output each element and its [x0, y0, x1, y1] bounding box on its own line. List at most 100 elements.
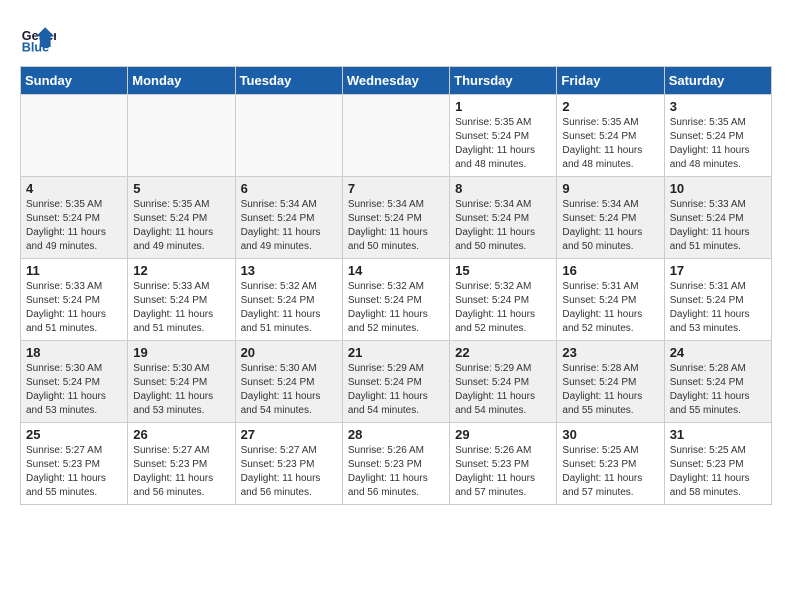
calendar-week-row: 11 Sunrise: 5:33 AMSunset: 5:24 PMDayligh… — [21, 259, 772, 341]
day-info: Sunrise: 5:34 AMSunset: 5:24 PMDaylight:… — [455, 198, 551, 254]
calendar-cell: 26 Sunrise: 5:27 AMSunset: 5:23 PMDayligh… — [128, 423, 235, 505]
calendar-cell: 7Sunrise: 5:34 AMSunset: 5:24 PMDaylight… — [342, 177, 449, 259]
day-number: 15 — [455, 263, 551, 278]
day-info: Sunrise: 5:30 AMSunset: 5:24 PMDaylight:… — [133, 362, 229, 418]
day-number: 10 — [670, 181, 766, 196]
calendar-cell — [235, 95, 342, 177]
day-number: 1 — [455, 99, 551, 114]
day-info: Sunrise: 5:35 AMSunset: 5:24 PMDaylight:… — [455, 116, 551, 172]
day-info: Sunrise: 5:28 AMSunset: 5:24 PMDaylight:… — [562, 362, 658, 418]
day-number: 2 — [562, 99, 658, 114]
day-info: Sunrise: 5:33 AMSunset: 5:24 PMDaylight:… — [26, 280, 122, 336]
day-info: Sunrise: 5:26 AMSunset: 5:23 PMDaylight:… — [348, 444, 444, 500]
calendar-cell: 12Sunrise: 5:33 AMSunset: 5:24 PMDayligh… — [128, 259, 235, 341]
col-header-wednesday: Wednesday — [342, 67, 449, 95]
col-header-tuesday: Tuesday — [235, 67, 342, 95]
day-number: 18 — [26, 345, 122, 360]
day-info: Sunrise: 5:29 AMSunset: 5:24 PMDaylight:… — [348, 362, 444, 418]
calendar-cell — [128, 95, 235, 177]
day-info: Sunrise: 5:33 AMSunset: 5:24 PMDaylight:… — [670, 198, 766, 254]
calendar-cell: 18 Sunrise: 5:30 AMSunset: 5:24 PMDayligh… — [21, 341, 128, 423]
calendar-cell: 25 Sunrise: 5:27 AMSunset: 5:23 PMDayligh… — [21, 423, 128, 505]
calendar-table: SundayMondayTuesdayWednesdayThursdayFrid… — [20, 66, 772, 505]
day-info: Sunrise: 5:35 AMSunset: 5:24 PMDaylight:… — [26, 198, 122, 254]
calendar-cell: 13 Sunrise: 5:32 AMSunset: 5:24 PMDayligh… — [235, 259, 342, 341]
day-info: Sunrise: 5:32 AMSunset: 5:24 PMDaylight:… — [241, 280, 337, 336]
calendar-cell: 1 Sunrise: 5:35 AMSunset: 5:24 PMDaylight… — [450, 95, 557, 177]
calendar-cell: 16Sunrise: 5:31 AMSunset: 5:24 PMDayligh… — [557, 259, 664, 341]
col-header-thursday: Thursday — [450, 67, 557, 95]
day-info: Sunrise: 5:30 AMSunset: 5:24 PMDaylight:… — [241, 362, 337, 418]
day-number: 25 — [26, 427, 122, 442]
day-number: 26 — [133, 427, 229, 442]
col-header-saturday: Saturday — [664, 67, 771, 95]
col-header-sunday: Sunday — [21, 67, 128, 95]
day-number: 9 — [562, 181, 658, 196]
calendar-cell: 6 Sunrise: 5:34 AMSunset: 5:24 PMDaylight… — [235, 177, 342, 259]
day-info: Sunrise: 5:27 AMSunset: 5:23 PMDaylight:… — [26, 444, 122, 500]
day-info: Sunrise: 5:35 AMSunset: 5:24 PMDaylight:… — [133, 198, 229, 254]
calendar-cell: 3 Sunrise: 5:35 AMSunset: 5:24 PMDaylight… — [664, 95, 771, 177]
calendar-cell: 19 Sunrise: 5:30 AMSunset: 5:24 PMDayligh… — [128, 341, 235, 423]
calendar-cell: 27 Sunrise: 5:27 AMSunset: 5:23 PMDayligh… — [235, 423, 342, 505]
day-number: 6 — [241, 181, 337, 196]
calendar-cell: 22Sunrise: 5:29 AMSunset: 5:24 PMDayligh… — [450, 341, 557, 423]
day-number: 19 — [133, 345, 229, 360]
day-info: Sunrise: 5:34 AMSunset: 5:24 PMDaylight:… — [241, 198, 337, 254]
day-number: 31 — [670, 427, 766, 442]
calendar-cell: 28 Sunrise: 5:26 AMSunset: 5:23 PMDayligh… — [342, 423, 449, 505]
calendar-cell: 5 Sunrise: 5:35 AMSunset: 5:24 PMDaylight… — [128, 177, 235, 259]
logo: General Blue — [20, 20, 56, 56]
calendar-cell: 15Sunrise: 5:32 AMSunset: 5:24 PMDayligh… — [450, 259, 557, 341]
day-info: Sunrise: 5:30 AMSunset: 5:24 PMDaylight:… — [26, 362, 122, 418]
day-number: 22 — [455, 345, 551, 360]
calendar-week-row: 18 Sunrise: 5:30 AMSunset: 5:24 PMDayligh… — [21, 341, 772, 423]
day-info: Sunrise: 5:27 AMSunset: 5:23 PMDaylight:… — [241, 444, 337, 500]
day-number: 23 — [562, 345, 658, 360]
calendar-cell — [342, 95, 449, 177]
logo-icon: General Blue — [20, 20, 56, 56]
day-number: 4 — [26, 181, 122, 196]
calendar-header-row: SundayMondayTuesdayWednesdayThursdayFrid… — [21, 67, 772, 95]
col-header-friday: Friday — [557, 67, 664, 95]
day-number: 20 — [241, 345, 337, 360]
day-number: 30 — [562, 427, 658, 442]
calendar-week-row: 25 Sunrise: 5:27 AMSunset: 5:23 PMDayligh… — [21, 423, 772, 505]
calendar-cell: 23 Sunrise: 5:28 AMSunset: 5:24 PMDayligh… — [557, 341, 664, 423]
day-number: 13 — [241, 263, 337, 278]
day-number: 28 — [348, 427, 444, 442]
calendar-week-row: 4 Sunrise: 5:35 AMSunset: 5:24 PMDaylight… — [21, 177, 772, 259]
day-info: Sunrise: 5:34 AMSunset: 5:24 PMDaylight:… — [348, 198, 444, 254]
calendar-cell: 4 Sunrise: 5:35 AMSunset: 5:24 PMDaylight… — [21, 177, 128, 259]
calendar-cell: 29 Sunrise: 5:26 AMSunset: 5:23 PMDayligh… — [450, 423, 557, 505]
day-number: 8 — [455, 181, 551, 196]
calendar-cell: 11 Sunrise: 5:33 AMSunset: 5:24 PMDayligh… — [21, 259, 128, 341]
day-number: 27 — [241, 427, 337, 442]
day-number: 3 — [670, 99, 766, 114]
day-info: Sunrise: 5:35 AMSunset: 5:24 PMDaylight:… — [670, 116, 766, 172]
day-number: 12 — [133, 263, 229, 278]
col-header-monday: Monday — [128, 67, 235, 95]
day-info: Sunrise: 5:34 AMSunset: 5:24 PMDaylight:… — [562, 198, 658, 254]
calendar-cell: 30 Sunrise: 5:25 AMSunset: 5:23 PMDayligh… — [557, 423, 664, 505]
day-number: 5 — [133, 181, 229, 196]
day-number: 14 — [348, 263, 444, 278]
day-number: 11 — [26, 263, 122, 278]
calendar-cell: 21 Sunrise: 5:29 AMSunset: 5:24 PMDayligh… — [342, 341, 449, 423]
day-info: Sunrise: 5:28 AMSunset: 5:24 PMDaylight:… — [670, 362, 766, 418]
calendar-cell: 9 Sunrise: 5:34 AMSunset: 5:24 PMDaylight… — [557, 177, 664, 259]
day-number: 21 — [348, 345, 444, 360]
day-info: Sunrise: 5:27 AMSunset: 5:23 PMDaylight:… — [133, 444, 229, 500]
calendar-week-row: 1 Sunrise: 5:35 AMSunset: 5:24 PMDaylight… — [21, 95, 772, 177]
day-info: Sunrise: 5:31 AMSunset: 5:24 PMDaylight:… — [562, 280, 658, 336]
day-info: Sunrise: 5:31 AMSunset: 5:24 PMDaylight:… — [670, 280, 766, 336]
day-info: Sunrise: 5:26 AMSunset: 5:23 PMDaylight:… — [455, 444, 551, 500]
calendar-cell: 31Sunrise: 5:25 AMSunset: 5:23 PMDayligh… — [664, 423, 771, 505]
day-number: 29 — [455, 427, 551, 442]
calendar-cell: 8 Sunrise: 5:34 AMSunset: 5:24 PMDaylight… — [450, 177, 557, 259]
calendar-cell — [21, 95, 128, 177]
day-info: Sunrise: 5:32 AMSunset: 5:24 PMDaylight:… — [348, 280, 444, 336]
calendar-cell: 17Sunrise: 5:31 AMSunset: 5:24 PMDayligh… — [664, 259, 771, 341]
day-info: Sunrise: 5:35 AMSunset: 5:24 PMDaylight:… — [562, 116, 658, 172]
day-info: Sunrise: 5:25 AMSunset: 5:23 PMDaylight:… — [562, 444, 658, 500]
